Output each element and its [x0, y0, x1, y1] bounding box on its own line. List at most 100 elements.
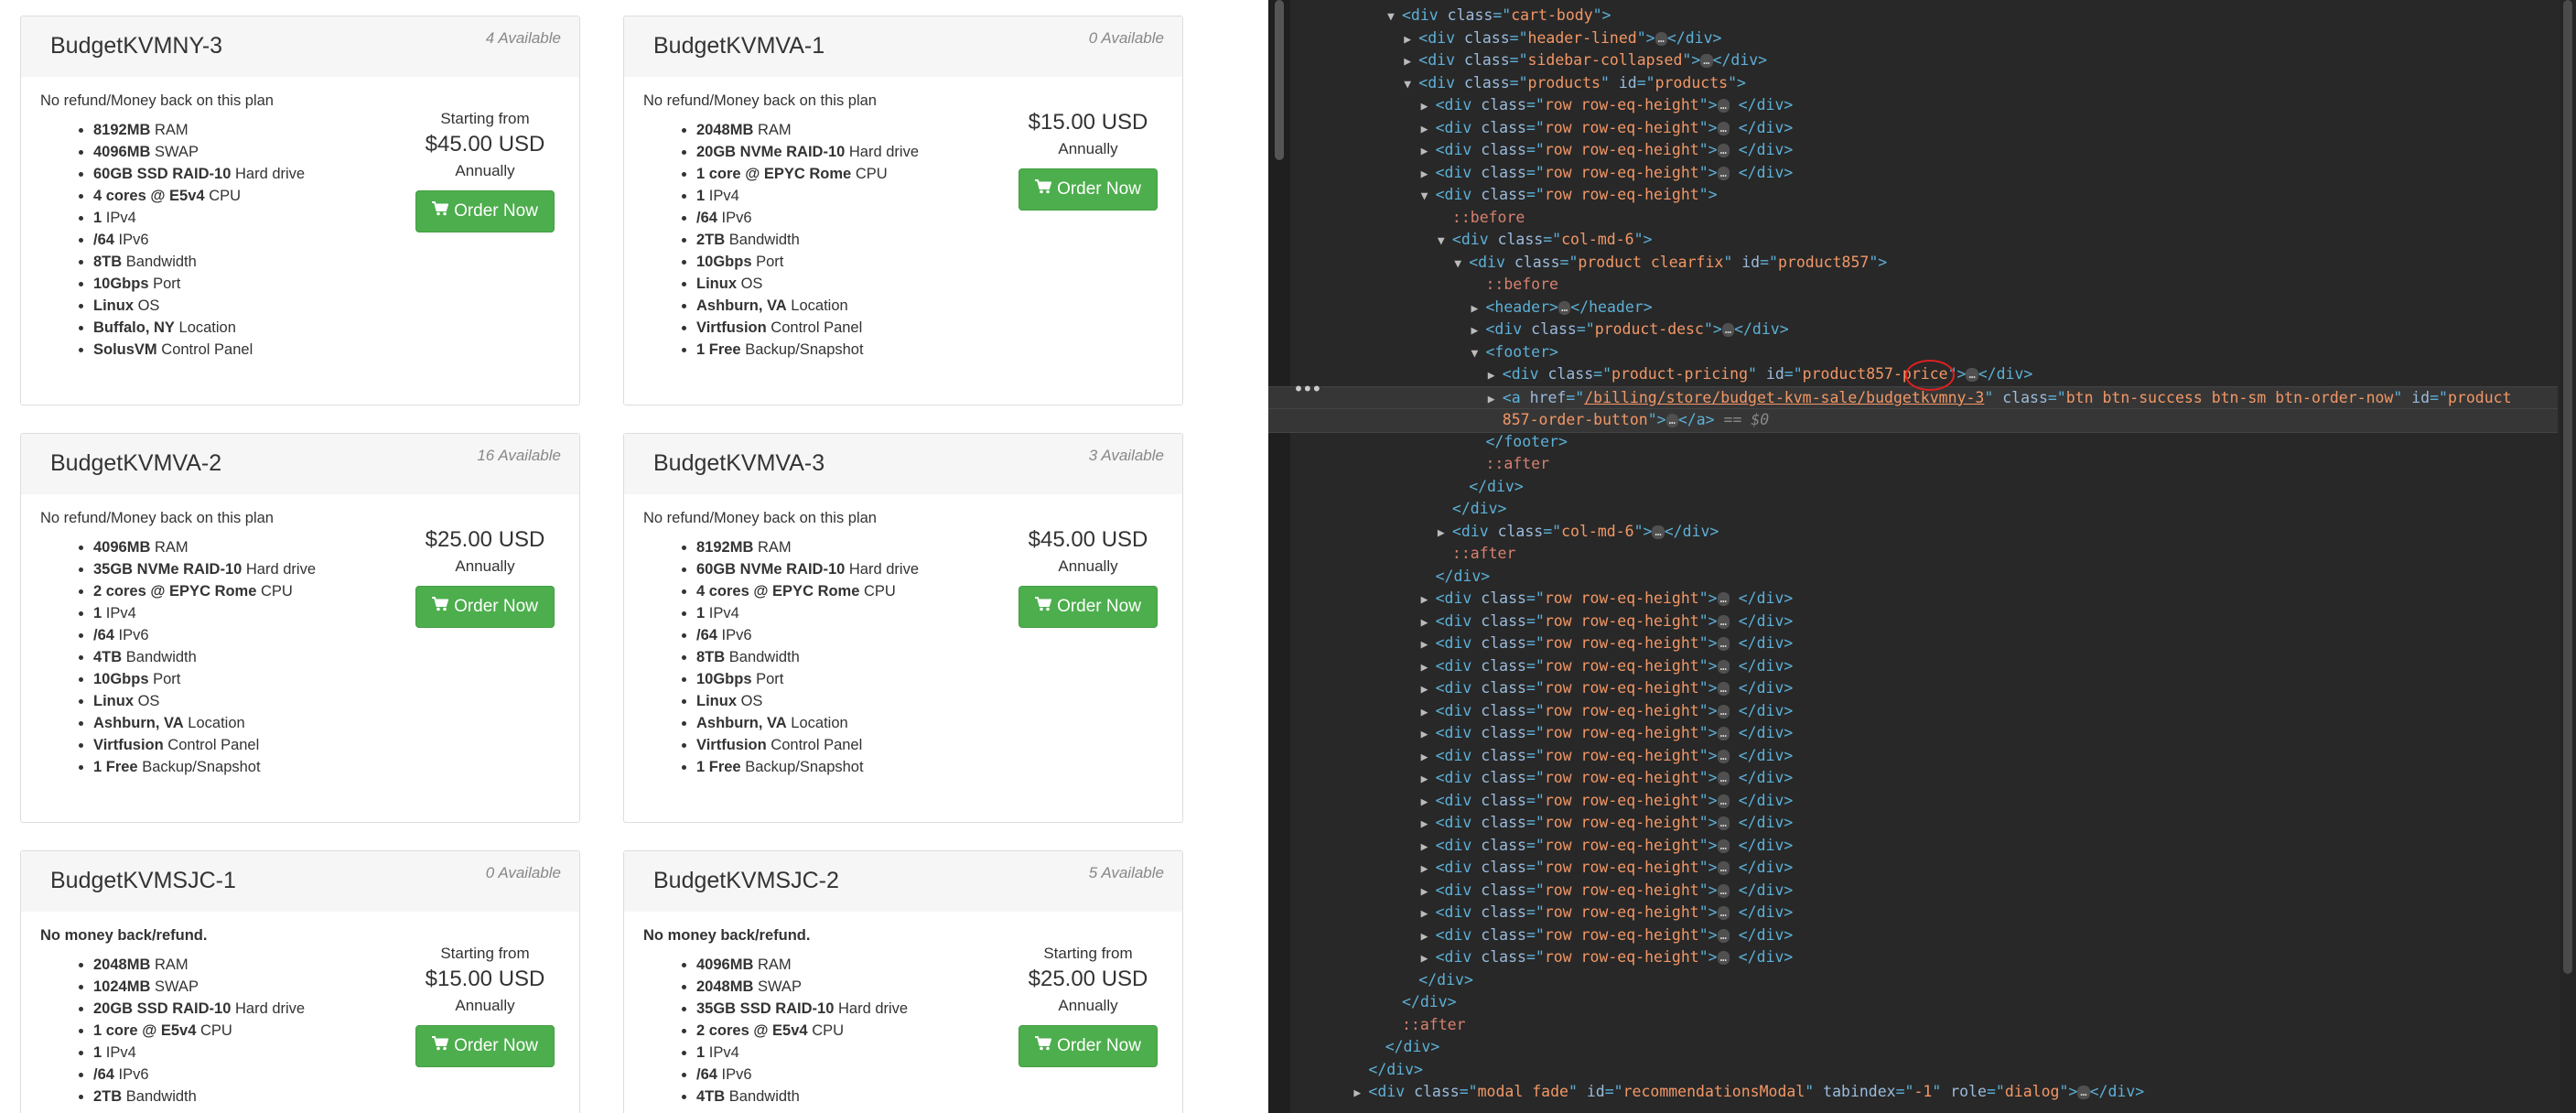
devtools-scrollbar[interactable] [2560, 0, 2576, 1113]
expand-arrow-icon[interactable]: ▶ [1421, 747, 1436, 770]
expand-arrow-icon[interactable]: ▶ [1421, 769, 1436, 792]
dom-node[interactable]: ▼ <div class="cart-body"> [1268, 5, 2558, 27]
expand-arrow-icon[interactable]: ▶ [1421, 141, 1436, 164]
collapse-arrow-icon[interactable]: ▼ [1387, 6, 1402, 29]
ellipsis-badge[interactable]: … [1652, 524, 1665, 539]
collapse-arrow-icon[interactable]: ▼ [1421, 186, 1436, 209]
ellipsis-badge[interactable]: … [1717, 144, 1730, 157]
ellipsis-badge[interactable]: … [1717, 928, 1730, 943]
ellipsis-badge[interactable]: … [1717, 794, 1730, 808]
order-now-button[interactable]: Order Now [415, 190, 555, 232]
ellipsis-badge[interactable]: … [1665, 414, 1678, 427]
expand-arrow-icon[interactable]: ▶ [1421, 612, 1436, 635]
order-now-button[interactable]: Order Now [1019, 1025, 1158, 1067]
dom-node[interactable]: ▼ <footer> [1268, 341, 2558, 364]
dom-node[interactable]: ▼ <div class="row row-eq-height"> [1268, 184, 2558, 207]
ellipsis-badge[interactable]: … [1717, 951, 1730, 965]
order-now-button[interactable]: Order Now [415, 1025, 555, 1067]
order-now-button[interactable]: Order Now [1019, 168, 1158, 211]
ellipsis-badge[interactable]: … [1717, 838, 1730, 853]
dom-node[interactable]: ▶ <div class="row row-eq-height">… </div> [1268, 611, 2558, 633]
ellipsis-badge[interactable]: … [1966, 368, 1978, 382]
order-now-button[interactable]: Order Now [415, 586, 555, 628]
expand-arrow-icon[interactable]: ▶ [1421, 634, 1436, 657]
dom-node[interactable]: ▶ <div class="row row-eq-height">… </div> [1268, 588, 2558, 611]
dom-node[interactable]: ▼ <div class="col-md-6"> [1268, 229, 2558, 252]
dom-node[interactable]: ▶ <div class="row row-eq-height">… </div> [1268, 835, 2558, 858]
expand-arrow-icon[interactable]: ▶ [1421, 702, 1436, 725]
dom-node[interactable]: ::before [1268, 207, 2558, 230]
expand-arrow-icon[interactable]: ▶ [1421, 926, 1436, 949]
ellipsis-badge[interactable]: … [1717, 883, 1730, 898]
dom-node[interactable]: ▼ <div class="products" id="products"> [1268, 72, 2558, 95]
dom-node[interactable]: ▶ <div class="col-md-6">… </div> [1268, 521, 2558, 544]
ellipsis-badge[interactable]: … [1717, 166, 1730, 180]
dom-node[interactable]: ::after [1268, 453, 2558, 476]
collapse-arrow-icon[interactable]: ▼ [1438, 231, 1452, 254]
dom-node-selected[interactable]: 857-order-button">… </a> == $0 [1268, 408, 2558, 433]
collapse-arrow-icon[interactable]: ▼ [1471, 343, 1486, 366]
dom-node[interactable]: ▶ <div class="row row-eq-height">… </div> [1268, 745, 2558, 768]
ellipsis-badge[interactable]: … [1717, 659, 1730, 674]
expand-arrow-icon[interactable]: ▶ [1404, 29, 1418, 52]
dom-node[interactable]: ▶ <div class="row row-eq-height">… </div> [1268, 857, 2558, 880]
dom-node[interactable]: ▶ <div class="header-lined">… </div> [1268, 27, 2558, 50]
dom-node[interactable]: ▼ <div class="product clearfix" id="produ… [1268, 252, 2558, 275]
expand-arrow-icon[interactable]: ▶ [1471, 298, 1486, 321]
ellipsis-badge[interactable]: … [1717, 906, 1730, 920]
expand-arrow-icon[interactable]: ▶ [1421, 119, 1436, 142]
ellipsis-badge[interactable]: … [1717, 682, 1730, 696]
ellipsis-badge[interactable]: … [1721, 323, 1735, 337]
dom-node[interactable]: </div> [1268, 476, 2558, 499]
scrollbar-thumb[interactable] [2563, 0, 2572, 974]
ellipsis-badge[interactable]: … [1717, 749, 1730, 763]
collapse-arrow-icon[interactable]: ▼ [1404, 74, 1418, 97]
dom-node[interactable]: </footer> [1268, 431, 2558, 454]
dom-node[interactable]: ▶ <div class="row row-eq-height">… </div> [1268, 677, 2558, 700]
dom-node[interactable]: ▶ <div class="row row-eq-height">… </div> [1268, 117, 2558, 140]
dom-node[interactable]: ▶ <div class="row row-eq-height">… </div> [1268, 790, 2558, 813]
href-link[interactable]: /billing/store/budget-kvm-sale/budgetkvm… [1584, 389, 1984, 406]
dom-node[interactable]: ::before [1268, 274, 2558, 297]
ellipsis-badge[interactable]: … [1717, 704, 1730, 719]
dom-node[interactable]: ▶ <div class="sidebar-collapsed">… </div> [1268, 49, 2558, 72]
dom-node[interactable]: ▶ <div class="row row-eq-height">… </div> [1268, 812, 2558, 835]
dom-node[interactable]: ::after [1268, 543, 2558, 566]
dom-node[interactable]: </div> [1268, 566, 2558, 589]
expand-arrow-icon[interactable]: ▶ [1421, 859, 1436, 881]
ellipsis-badge[interactable]: … [1717, 592, 1730, 606]
dom-node[interactable]: </div> [1268, 1036, 2558, 1059]
dom-node[interactable]: ▶ <div class="row row-eq-height">… </div> [1268, 94, 2558, 117]
ellipsis-badge[interactable]: … [1717, 637, 1730, 651]
expand-arrow-icon[interactable]: ▶ [1421, 589, 1436, 612]
expand-arrow-icon[interactable]: ▶ [1421, 792, 1436, 815]
ellipsis-badge[interactable]: … [1700, 54, 1713, 68]
expand-arrow-icon[interactable]: ▶ [1421, 657, 1436, 680]
ellipsis-badge[interactable]: … [2077, 1086, 2090, 1099]
ellipsis-badge[interactable]: … [1557, 300, 1571, 315]
dom-node[interactable]: ▶ <div class="row row-eq-height">… </div> [1268, 632, 2558, 655]
expand-arrow-icon[interactable]: ▶ [1421, 679, 1436, 702]
expand-arrow-icon[interactable]: ▶ [1488, 365, 1503, 388]
dom-node[interactable]: ▶ <div class="product-desc">… </div> [1268, 319, 2558, 341]
ellipsis-badge[interactable]: … [1654, 31, 1667, 46]
dom-node[interactable]: </div> [1268, 991, 2558, 1014]
expand-arrow-icon[interactable]: ▶ [1421, 814, 1436, 837]
dom-node[interactable]: ▶ <div class="row row-eq-height">… </div> [1268, 946, 2558, 969]
dom-node[interactable]: ▶ <div class="row row-eq-height">… </div> [1268, 722, 2558, 745]
dom-node[interactable]: ▶ <div class="row row-eq-height">… </div> [1268, 139, 2558, 162]
order-now-button[interactable]: Order Now [1019, 586, 1158, 628]
dom-node[interactable]: ▶ <header>… </header> [1268, 297, 2558, 319]
expand-arrow-icon[interactable]: ▶ [1421, 948, 1436, 971]
ellipsis-badge[interactable]: … [1717, 816, 1730, 830]
ellipsis-badge[interactable]: … [1717, 772, 1730, 785]
expand-arrow-icon[interactable]: ▶ [1404, 51, 1418, 74]
ellipsis-badge[interactable]: … [1717, 727, 1730, 740]
expand-arrow-icon[interactable]: ▶ [1438, 523, 1452, 546]
dom-node[interactable]: ▶ <div class="row row-eq-height">… </div> [1268, 162, 2558, 185]
ellipsis-badge[interactable]: … [1717, 861, 1730, 875]
dom-node[interactable]: ▶ <div class="row row-eq-height">… </div> [1268, 902, 2558, 924]
expand-arrow-icon[interactable]: ▶ [1421, 164, 1436, 187]
more-options-icon[interactable]: ••• [1294, 381, 1321, 398]
dom-node[interactable]: ▶ <div class="row row-eq-height">… </div> [1268, 655, 2558, 678]
